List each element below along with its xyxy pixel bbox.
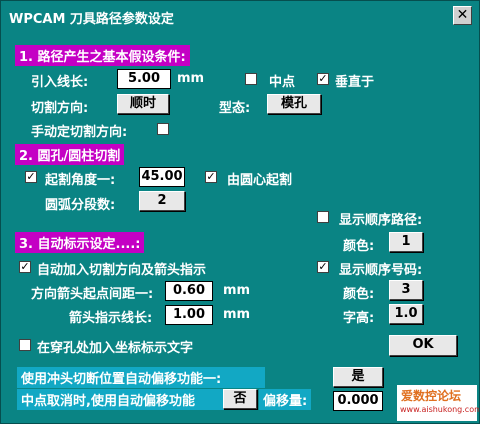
- sequence-number-label: 显示顺序号码:: [339, 263, 423, 278]
- perpendicular-checkbox[interactable]: ✓: [317, 73, 329, 85]
- pierce-label: 在穿孔处加入坐标标示文字: [37, 341, 194, 356]
- arrow-offset-unit: mm: [223, 283, 251, 298]
- arrow-offset-input[interactable]: 0.60: [165, 281, 213, 301]
- cut-direction-label: 切割方向:: [31, 101, 89, 116]
- start-angle-input[interactable]: 45.00: [139, 167, 185, 187]
- offset-amount-input[interactable]: 0.000: [333, 391, 383, 411]
- arc-segments-button[interactable]: 2: [139, 191, 185, 211]
- start-angle-checkbox[interactable]: ✓: [25, 171, 37, 183]
- arrow-length-unit: mm: [223, 307, 251, 322]
- check-icon: ✓: [206, 170, 216, 183]
- close-button[interactable]: ✕: [453, 6, 472, 25]
- arc-segments-label: 圆弧分段数:: [45, 198, 116, 213]
- sequence-path-label: 显示顺序路径:: [339, 213, 423, 228]
- punch-offset-label: 使用冲头切断位置自动偏移功能一:: [17, 367, 265, 388]
- midpoint-checkbox[interactable]: [245, 73, 257, 85]
- arrow-offset-label: 方向箭头起点间距一:: [31, 287, 154, 302]
- manual-direction-label: 手动定切割方向:: [31, 125, 128, 140]
- auto-arrow-label: 自动加入切割方向及箭头指示: [37, 263, 207, 278]
- sequence-path-checkbox[interactable]: [317, 211, 329, 223]
- ok-button[interactable]: OK: [389, 335, 457, 356]
- from-center-label: 由圆心起割: [227, 173, 293, 188]
- manual-direction-checkbox[interactable]: [157, 123, 169, 135]
- midpoint-label: 中点: [269, 75, 296, 90]
- sequence-number-color-button[interactable]: 3: [389, 280, 423, 300]
- section-3-heading: 3. 自动标示设定....:: [15, 232, 145, 253]
- cut-direction-button[interactable]: 顺时: [117, 94, 169, 114]
- auto-arrow-checkbox[interactable]: ✓: [19, 261, 31, 273]
- sequence-number-color-label: 颜色:: [343, 287, 375, 302]
- lead-in-label: 引入线长:: [31, 75, 89, 90]
- start-angle-label: 起割角度一:: [45, 173, 116, 188]
- sequence-path-color-label: 颜色:: [343, 239, 375, 254]
- font-size-label: 字高:: [343, 311, 375, 326]
- section-1-heading: 1. 路径产生之基本假设条件:: [15, 45, 190, 66]
- shape-label: 型态:: [219, 101, 251, 116]
- window-title: WPCAM 刀具路径参数设定: [9, 12, 174, 27]
- from-center-checkbox[interactable]: ✓: [205, 171, 217, 183]
- shape-button[interactable]: 模孔: [267, 94, 321, 114]
- section-2-heading: 2. 圆孔/圆柱切割: [15, 144, 125, 165]
- arrow-length-input[interactable]: 1.00: [165, 305, 213, 325]
- sequence-number-checkbox[interactable]: ✓: [317, 261, 329, 273]
- lead-in-input[interactable]: 5.00: [117, 69, 171, 89]
- dialog-window: WPCAM 刀具路径参数设定 ✕ 1. 路径产生之基本假设条件: 引入线长: 5…: [0, 0, 480, 424]
- punch-offset-button[interactable]: 是: [333, 367, 383, 387]
- check-icon: ✓: [26, 170, 36, 183]
- sequence-path-color-button[interactable]: 1: [389, 232, 423, 252]
- lead-in-unit: mm: [177, 71, 205, 86]
- watermark-logo: 爱数控论坛: [401, 389, 462, 403]
- check-icon: ✓: [20, 260, 30, 273]
- offset-amount-label: 偏移量:: [259, 389, 312, 410]
- font-size-button[interactable]: 1.0: [389, 304, 423, 324]
- check-icon: ✓: [318, 260, 328, 273]
- check-icon: ✓: [318, 72, 328, 85]
- midpoint-cancel-label: 中点取消时,使用自动偏移功能: [17, 389, 225, 410]
- title-bar[interactable]: WPCAM 刀具路径参数设定 ✕: [1, 1, 479, 31]
- arrow-length-label: 箭头指示线长:: [69, 311, 153, 326]
- midpoint-cancel-button[interactable]: 否: [223, 389, 257, 409]
- watermark-url: www.aishukong.com: [400, 405, 480, 414]
- perpendicular-label: 垂直于: [335, 75, 375, 90]
- close-icon: ✕: [456, 7, 469, 23]
- pierce-checkbox[interactable]: [19, 339, 31, 351]
